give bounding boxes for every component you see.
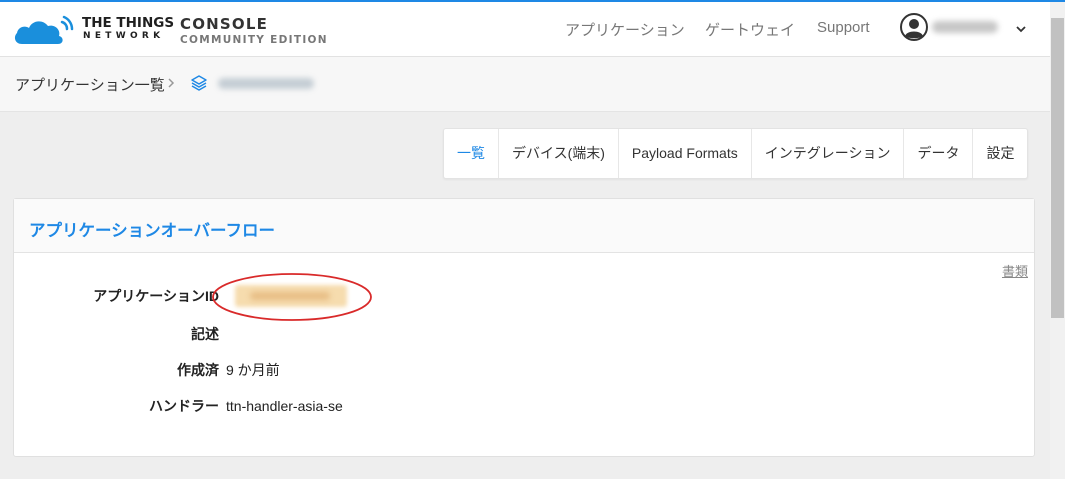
handler-label: ハンドラー: [149, 398, 219, 414]
user-avatar-icon[interactable]: [900, 13, 928, 41]
tab-settings[interactable]: 設定: [973, 129, 1027, 178]
scrollbar-thumb[interactable]: [1051, 18, 1064, 318]
chevron-down-icon[interactable]: [1014, 22, 1028, 36]
tab-overview[interactable]: 一覧: [444, 129, 499, 178]
cloud-wifi-icon[interactable]: [12, 12, 74, 46]
card-title: アプリケーションオーバーフロー: [29, 222, 276, 240]
highlight-ellipse-annotation: [212, 273, 372, 321]
console-title: CONSOLE: [180, 15, 269, 33]
tab-integrations[interactable]: インテグレーション: [752, 129, 905, 178]
console-edition: COMMUNITY EDITION: [180, 34, 328, 46]
nav-applications-link[interactable]: アプリケーション: [565, 19, 685, 40]
brand-subtitle: NETWORK: [83, 31, 165, 41]
created-value: 9 か月前: [226, 362, 280, 378]
top-header: THE THINGS NETWORK CONSOLE COMMUNITY EDI…: [0, 2, 1050, 57]
created-label: 作成済: [177, 362, 219, 378]
application-overview-card: アプリケーションオーバーフロー 書類 アプリケーションID 記述 作成済 9 か…: [13, 198, 1035, 457]
brand-name: THE THINGS: [82, 15, 175, 31]
app-id-label: アプリケーションID: [93, 288, 219, 304]
tab-devices[interactable]: デバイス(端末): [499, 129, 619, 178]
breadcrumb-applications-link[interactable]: アプリケーション一覧: [15, 74, 165, 95]
handler-value: ttn-handler-asia-se: [226, 398, 343, 414]
application-tabs: 一覧 デバイス(端末) Payload Formats インテグレーション デー…: [443, 128, 1029, 179]
username-redacted[interactable]: [932, 21, 998, 33]
tab-data[interactable]: データ: [904, 129, 974, 178]
documentation-link[interactable]: 書類: [1002, 261, 1028, 280]
layers-icon: [191, 75, 207, 91]
chevron-right-icon: [168, 78, 175, 88]
nav-support-link[interactable]: Support: [817, 19, 870, 36]
breadcrumb-application-redacted[interactable]: [218, 78, 314, 89]
nav-gateways-link[interactable]: ゲートウェイ: [705, 19, 795, 40]
tab-payload-formats[interactable]: Payload Formats: [619, 129, 752, 178]
breadcrumb: アプリケーション一覧: [0, 57, 1050, 112]
description-label: 記述: [191, 326, 219, 342]
